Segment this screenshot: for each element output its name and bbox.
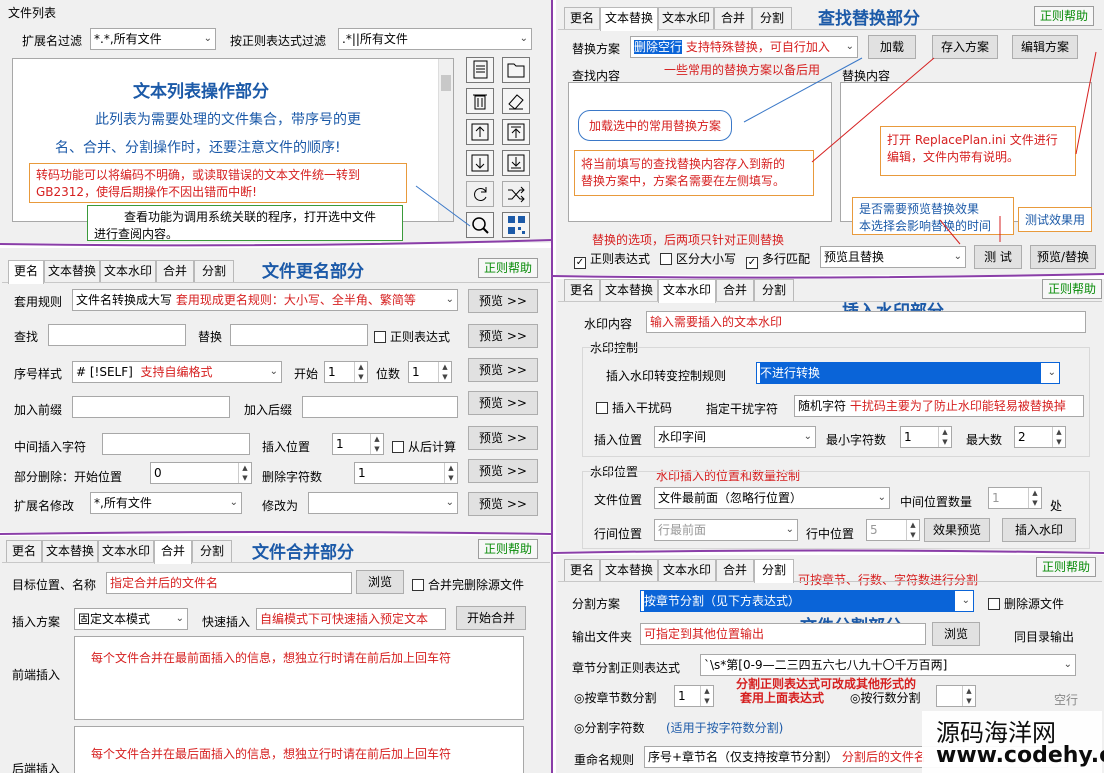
tab-rename[interactable]: 更名 [8, 260, 44, 284]
tab-text-watermark[interactable]: 文本水印 [658, 279, 716, 303]
tab-text-replace[interactable]: 文本替换 [600, 7, 658, 31]
tab-split[interactable]: 分割 [754, 559, 794, 583]
divider-lines [0, 0, 1104, 773]
tab-merge[interactable]: 合并 [154, 540, 192, 564]
